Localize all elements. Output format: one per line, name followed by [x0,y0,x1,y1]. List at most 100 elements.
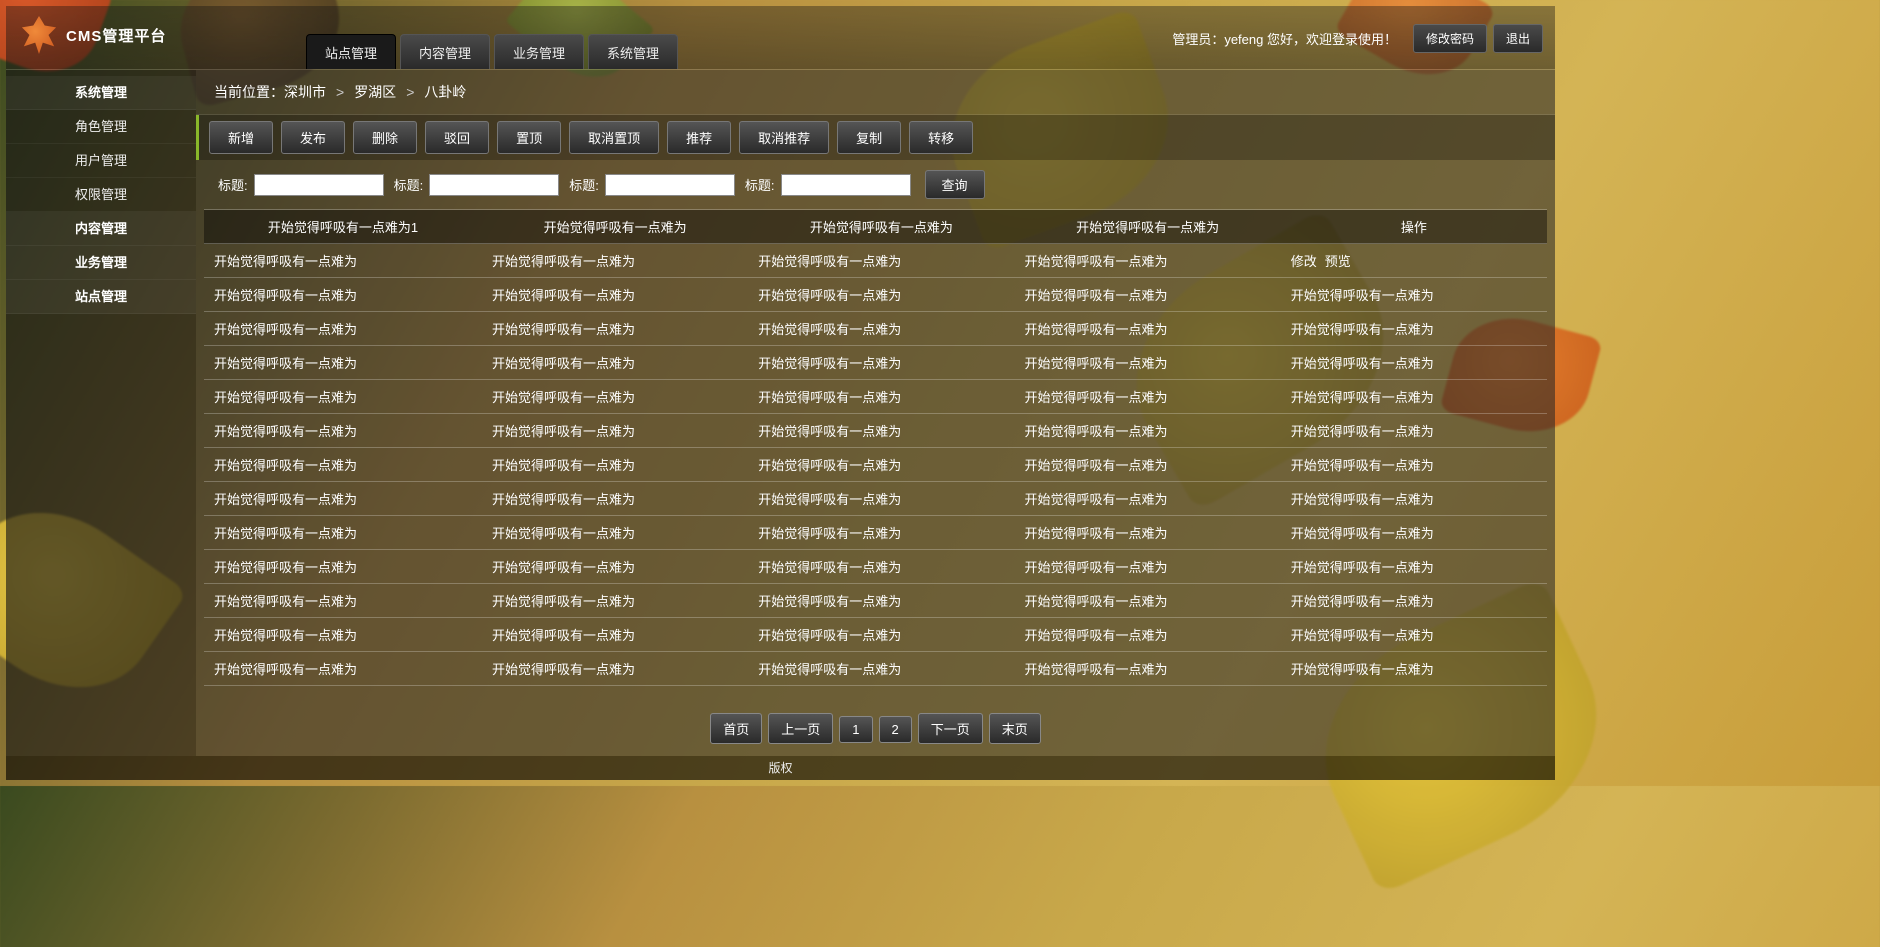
tool-btn-6[interactable]: 推荐 [667,121,731,154]
filter-label-3: 标题: [745,175,775,194]
toolbar: 新增发布删除驳回置顶取消置顶推荐取消推荐复制转移 [196,115,1555,160]
tool-btn-4[interactable]: 置顶 [497,121,561,154]
col-header-0: 开始觉得呼吸有一点难为1 [204,210,482,244]
table-cell: 开始觉得呼吸有一点难为 [1015,448,1281,482]
table-cell: 开始觉得呼吸有一点难为 [204,618,482,652]
table-cell: 开始觉得呼吸有一点难为 [1015,278,1281,312]
sidebar-item-3[interactable]: 权限管理 [6,178,196,212]
app-title: CMS管理平台 [66,25,166,46]
table-cell: 开始觉得呼吸有一点难为 [748,312,1014,346]
filter-input-1[interactable] [429,174,559,196]
pager-page-1[interactable]: 2 [879,716,912,743]
table-cell: 开始觉得呼吸有一点难为 [204,550,482,584]
top-tab-1[interactable]: 内容管理 [400,34,490,69]
logo-area: CMS管理平台 [20,16,166,54]
breadcrumb-label: 当前位置： [214,84,284,100]
col-header-4: 操作 [1281,210,1547,244]
tool-btn-0[interactable]: 新增 [209,121,273,154]
tool-btn-8[interactable]: 复制 [837,121,901,154]
table-cell: 开始觉得呼吸有一点难为 [1015,584,1281,618]
top-tab-0[interactable]: 站点管理 [306,34,396,69]
logout-button[interactable]: 退出 [1493,24,1543,53]
tool-btn-5[interactable]: 取消置顶 [569,121,659,154]
table-cell: 开始觉得呼吸有一点难为 [748,244,1014,278]
table-cell: 开始觉得呼吸有一点难为 [1281,652,1547,686]
top-tab-2[interactable]: 业务管理 [494,34,584,69]
pager-first[interactable]: 首页 [710,713,762,744]
col-header-1: 开始觉得呼吸有一点难为 [482,210,748,244]
tool-btn-7[interactable]: 取消推荐 [739,121,829,154]
table-row: 开始觉得呼吸有一点难为开始觉得呼吸有一点难为开始觉得呼吸有一点难为开始觉得呼吸有… [204,244,1547,278]
table-cell: 开始觉得呼吸有一点难为 [1281,584,1547,618]
row-preview-link[interactable]: 预览 [1325,254,1351,269]
filter-input-0[interactable] [254,174,384,196]
col-header-3: 开始觉得呼吸有一点难为 [1015,210,1281,244]
table-cell: 开始觉得呼吸有一点难为 [482,346,748,380]
table-cell: 开始觉得呼吸有一点难为 [1015,414,1281,448]
table-row: 开始觉得呼吸有一点难为开始觉得呼吸有一点难为开始觉得呼吸有一点难为开始觉得呼吸有… [204,618,1547,652]
filter-input-2[interactable] [605,174,735,196]
table-cell: 开始觉得呼吸有一点难为 [748,414,1014,448]
sidebar-item-4[interactable]: 内容管理 [6,212,196,246]
table-cell: 开始觉得呼吸有一点难为 [482,380,748,414]
row-edit-link[interactable]: 修改 [1291,254,1317,269]
table-cell: 开始觉得呼吸有一点难为 [204,380,482,414]
table-cell: 开始觉得呼吸有一点难为 [1015,516,1281,550]
table-row: 开始觉得呼吸有一点难为开始觉得呼吸有一点难为开始觉得呼吸有一点难为开始觉得呼吸有… [204,516,1547,550]
table-cell: 开始觉得呼吸有一点难为 [748,346,1014,380]
table-cell: 开始觉得呼吸有一点难为 [1281,346,1547,380]
breadcrumb-part-1[interactable]: 罗湖区 [354,84,396,100]
table-cell: 开始觉得呼吸有一点难为 [204,414,482,448]
col-header-2: 开始觉得呼吸有一点难为 [748,210,1014,244]
table-cell: 开始觉得呼吸有一点难为 [1281,448,1547,482]
breadcrumb-part-2[interactable]: 八卦岭 [424,84,466,100]
tool-btn-3[interactable]: 驳回 [425,121,489,154]
table-cell: 开始觉得呼吸有一点难为 [482,278,748,312]
table-cell: 开始觉得呼吸有一点难为 [748,380,1014,414]
breadcrumb-part-0[interactable]: 深圳市 [284,84,326,100]
table-row: 开始觉得呼吸有一点难为开始觉得呼吸有一点难为开始觉得呼吸有一点难为开始觉得呼吸有… [204,550,1547,584]
pager-page-0[interactable]: 1 [839,716,872,743]
table-cell: 开始觉得呼吸有一点难为 [482,482,748,516]
pager-last[interactable]: 末页 [989,713,1041,744]
filter-input-3[interactable] [781,174,911,196]
filter-bar: 标题:标题:标题:标题:查询 [196,160,1555,209]
table-cell: 开始觉得呼吸有一点难为 [1015,482,1281,516]
top-tab-3[interactable]: 系统管理 [588,34,678,69]
table-cell: 开始觉得呼吸有一点难为 [1281,482,1547,516]
table-cell: 开始觉得呼吸有一点难为 [204,584,482,618]
tool-btn-9[interactable]: 转移 [909,121,973,154]
table-cell: 开始觉得呼吸有一点难为 [482,584,748,618]
table-cell: 开始觉得呼吸有一点难为 [1281,550,1547,584]
query-button[interactable]: 查询 [925,170,985,199]
table-cell: 开始觉得呼吸有一点难为 [482,618,748,652]
sidebar-item-2[interactable]: 用户管理 [6,144,196,178]
pager-prev[interactable]: 上一页 [768,713,833,744]
sidebar-item-5[interactable]: 业务管理 [6,246,196,280]
table-cell: 开始觉得呼吸有一点难为 [1281,380,1547,414]
top-tabs: 站点管理内容管理业务管理系统管理 [306,34,682,69]
table-cell: 开始觉得呼吸有一点难为 [748,618,1014,652]
pager-next[interactable]: 下一页 [918,713,983,744]
sidebar-item-1[interactable]: 角色管理 [6,110,196,144]
table-cell: 修改预览 [1281,244,1547,278]
tool-btn-1[interactable]: 发布 [281,121,345,154]
table-cell: 开始觉得呼吸有一点难为 [204,652,482,686]
table-cell: 开始觉得呼吸有一点难为 [482,448,748,482]
table-row: 开始觉得呼吸有一点难为开始觉得呼吸有一点难为开始觉得呼吸有一点难为开始觉得呼吸有… [204,346,1547,380]
change-password-button[interactable]: 修改密码 [1413,24,1487,53]
table-cell: 开始觉得呼吸有一点难为 [1015,618,1281,652]
tool-btn-2[interactable]: 删除 [353,121,417,154]
table-cell: 开始觉得呼吸有一点难为 [1015,550,1281,584]
pager: 首页上一页12下一页末页 [196,695,1555,756]
table-cell: 开始觉得呼吸有一点难为 [748,516,1014,550]
table-cell: 开始觉得呼吸有一点难为 [1281,618,1547,652]
sidebar-item-0[interactable]: 系统管理 [6,76,196,110]
table-cell: 开始觉得呼吸有一点难为 [748,584,1014,618]
logo-icon [20,16,58,54]
table-row: 开始觉得呼吸有一点难为开始觉得呼吸有一点难为开始觉得呼吸有一点难为开始觉得呼吸有… [204,482,1547,516]
table-row: 开始觉得呼吸有一点难为开始觉得呼吸有一点难为开始觉得呼吸有一点难为开始觉得呼吸有… [204,312,1547,346]
table-cell: 开始觉得呼吸有一点难为 [748,448,1014,482]
footer: 版权 [6,756,1555,780]
sidebar-item-6[interactable]: 站点管理 [6,280,196,314]
